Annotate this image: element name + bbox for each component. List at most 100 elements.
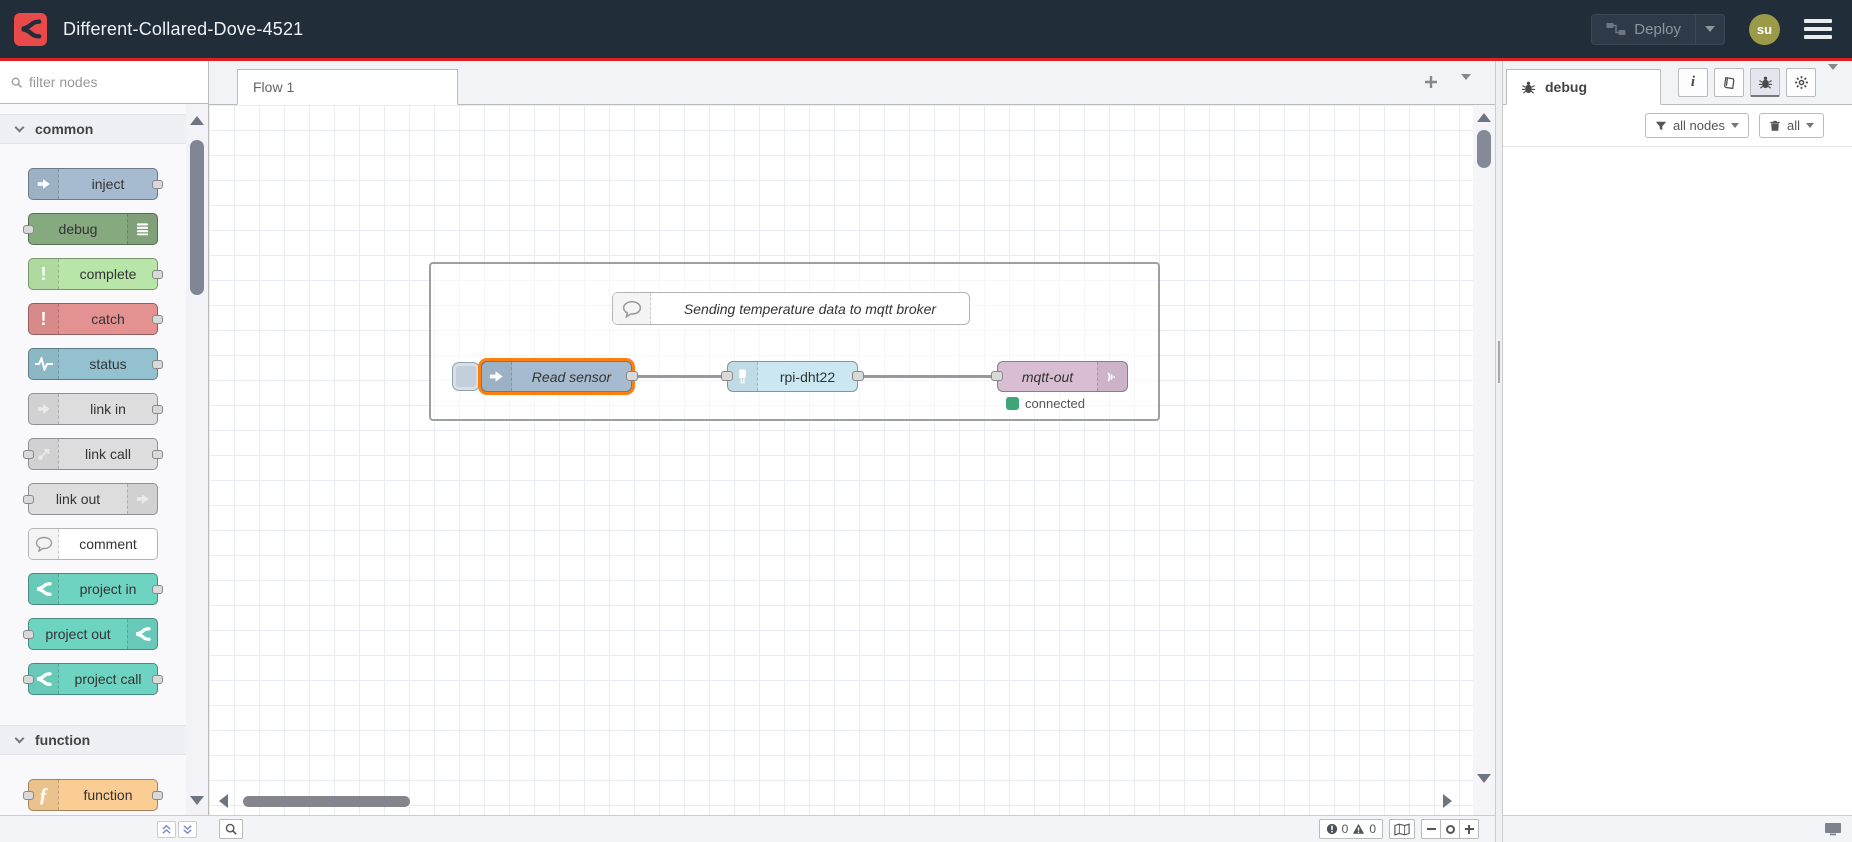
warning-icon	[1353, 823, 1365, 834]
debug-filter-button[interactable]: all nodes	[1644, 113, 1749, 138]
canvas-vertical-scrollbar[interactable]	[1473, 105, 1495, 815]
header: Different-Collared-Dove-4521 Deploy su	[0, 0, 1852, 58]
palette-category-function[interactable]: function	[0, 725, 186, 755]
divider-grip[interactable]	[1498, 341, 1500, 383]
error-count: 0	[1341, 822, 1349, 836]
debug-clear-button[interactable]: all	[1758, 113, 1824, 138]
palette-node-project-in[interactable]: project in	[28, 573, 163, 605]
palette-node-list: common inject debug ! complete ! catch s…	[0, 104, 186, 815]
palette-node-label: inject	[91, 176, 125, 192]
scroll-up-arrow[interactable]	[190, 116, 204, 125]
panel-resize-divider[interactable]	[1495, 61, 1503, 842]
open-in-window-button[interactable]	[1824, 822, 1842, 836]
notification-counts[interactable]: 0 0	[1318, 819, 1383, 839]
scroll-down-arrow[interactable]	[190, 796, 204, 805]
palette-node-catch[interactable]: ! catch	[28, 303, 163, 335]
palette-node-inject[interactable]: inject	[28, 168, 163, 200]
palette-node-label: debug	[58, 221, 98, 237]
workspace-tabbar: Flow 1	[209, 61, 1495, 105]
help-tab-button[interactable]	[1714, 68, 1744, 97]
navigator-button[interactable]	[1389, 819, 1415, 839]
palette-node-link-in[interactable]: link in	[28, 393, 163, 425]
input-port	[23, 630, 34, 639]
comment-node[interactable]: Sending temperature data to mqtt broker	[612, 292, 970, 325]
palette-node-function[interactable]: ƒ function	[23, 779, 163, 811]
output-port[interactable]	[852, 371, 864, 381]
user-avatar[interactable]: su	[1749, 13, 1780, 45]
status-text: connected	[1025, 396, 1085, 411]
scroll-left-arrow[interactable]	[219, 794, 228, 808]
chevron-down-icon	[14, 733, 25, 744]
palette-node-label: project in	[79, 581, 137, 597]
config-tab-button[interactable]	[1786, 68, 1816, 97]
scroll-up-arrow[interactable]	[1477, 113, 1491, 122]
palette-footer	[0, 815, 209, 842]
trash-icon	[1770, 120, 1780, 131]
palette-node-link-out[interactable]: link out	[23, 483, 158, 515]
palette-node-comment[interactable]: comment	[28, 528, 158, 560]
node-mqtt-out[interactable]: mqtt-out	[997, 361, 1128, 392]
palette-node-status[interactable]: status	[28, 348, 163, 380]
warning-count: 0	[1369, 822, 1376, 836]
sidebar-tab-label: debug	[1545, 79, 1587, 95]
tab-debug[interactable]: debug	[1506, 69, 1661, 105]
palette-node-label: link call	[85, 446, 131, 462]
output-port	[152, 675, 163, 684]
palette-scrollbar[interactable]	[186, 104, 208, 815]
palette-filter-input[interactable]	[29, 74, 179, 90]
canvas-search-button[interactable]	[219, 819, 243, 839]
input-port[interactable]	[991, 371, 1003, 381]
scrollbar-thumb[interactable]	[190, 140, 204, 295]
deploy-button[interactable]: Deploy	[1591, 13, 1725, 45]
output-port	[152, 270, 163, 279]
clear-label: all	[1786, 118, 1800, 133]
canvas-footer: 0 0	[209, 815, 1495, 842]
sidebar-tabbar: debug i	[1503, 61, 1852, 105]
palette-node-label: complete	[79, 266, 137, 282]
input-port[interactable]	[721, 371, 733, 381]
zoom-out-button[interactable]	[1421, 819, 1441, 839]
zoom-in-button[interactable]	[1459, 819, 1479, 839]
flow-canvas[interactable]: Sending temperature data to mqtt broker …	[209, 105, 1495, 815]
node-rpi-dht22[interactable]: rpi-dht22	[727, 361, 858, 392]
output-port	[152, 360, 163, 369]
palette-node-project-out[interactable]: project out	[23, 618, 158, 650]
flow-list-button[interactable]	[1461, 74, 1471, 98]
palette-node-project-call[interactable]: project call	[23, 663, 163, 695]
scrollbar-thumb[interactable]	[1477, 130, 1491, 168]
sidebar-tabs-menu-button[interactable]	[1828, 64, 1838, 88]
main-menu-button[interactable]	[1804, 19, 1832, 39]
node-read-sensor[interactable]: Read sensor	[481, 361, 632, 392]
palette-node-label: catch	[91, 311, 125, 327]
palette-node-debug[interactable]: debug	[23, 213, 158, 245]
palette-node-label: project out	[45, 626, 111, 642]
output-port	[152, 405, 163, 414]
node-palette: common inject debug ! complete	[0, 61, 209, 842]
bug-icon	[1521, 81, 1536, 94]
search-icon	[10, 76, 23, 89]
palette-node-link-call[interactable]: link call	[23, 438, 163, 470]
tab-flow-1[interactable]: Flow 1	[237, 69, 458, 105]
inject-trigger-button[interactable]	[452, 362, 480, 391]
palette-category-common[interactable]: common	[0, 114, 186, 144]
deploy-icon	[1606, 22, 1626, 36]
info-tab-button[interactable]: i	[1678, 68, 1708, 97]
collapse-all-categories-button[interactable]	[157, 820, 176, 838]
palette-node-complete[interactable]: ! complete	[28, 258, 163, 290]
info-icon: i	[1690, 74, 1696, 90]
input-port	[23, 495, 34, 504]
output-port[interactable]	[626, 371, 638, 381]
gear-icon	[1794, 76, 1808, 89]
palette-node-label: comment	[79, 536, 137, 552]
expand-all-categories-button[interactable]	[178, 820, 197, 838]
add-flow-button[interactable]	[1423, 74, 1439, 90]
scroll-right-arrow[interactable]	[1443, 794, 1452, 808]
debug-tab-button[interactable]	[1750, 68, 1780, 97]
scrollbar-thumb[interactable]	[243, 796, 410, 807]
palette-node-label: link out	[55, 491, 101, 507]
canvas-horizontal-scrollbar[interactable]	[209, 794, 1495, 808]
zoom-reset-button[interactable]	[1440, 819, 1460, 839]
deploy-options-caret[interactable]	[1695, 14, 1724, 44]
scroll-down-arrow[interactable]	[1477, 774, 1491, 783]
category-label: function	[35, 732, 91, 748]
